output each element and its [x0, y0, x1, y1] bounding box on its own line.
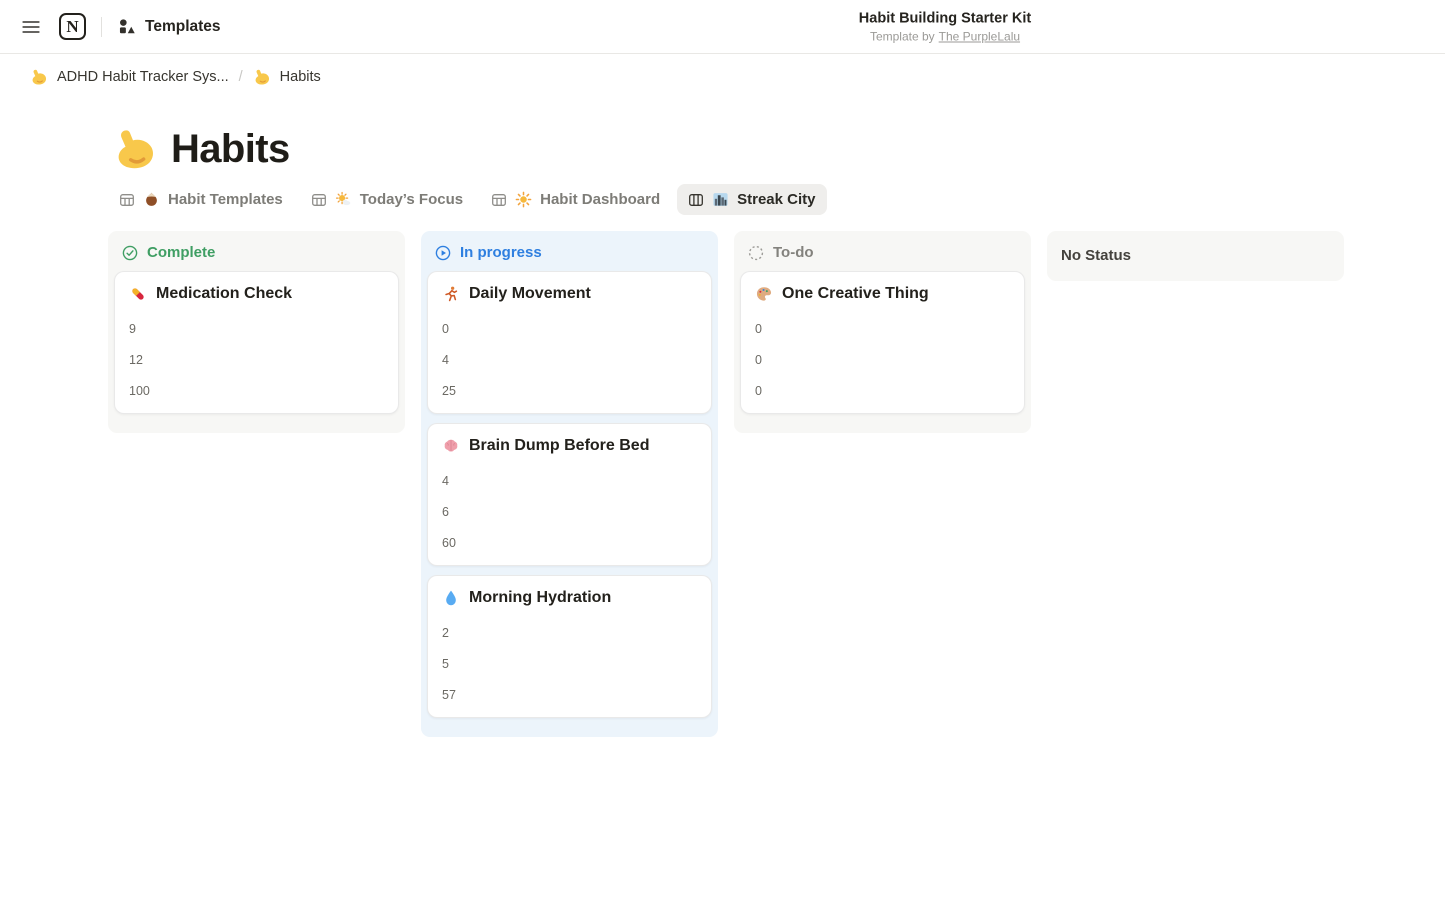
cityscape-icon — [712, 191, 729, 208]
card-value: 0 — [442, 322, 697, 336]
column-title: To-do — [773, 244, 814, 261]
board-column-no-status: No Status — [1047, 231, 1344, 281]
kanban-board: Complete Medication Check 9 12 100 In pr… — [108, 231, 1445, 737]
card-value: 0 — [755, 353, 1010, 367]
play-circle-icon — [435, 245, 451, 261]
card-value: 0 — [755, 322, 1010, 336]
board-column-todo: To-do One Creative Thing 0 0 0 — [734, 231, 1031, 433]
card-title-text: One Creative Thing — [782, 285, 929, 303]
sun-behind-cloud-icon — [335, 191, 352, 208]
view-tabs: Habit Templates Today’s Focus Habit Dash… — [108, 184, 1445, 215]
card-title-text: Daily Movement — [469, 285, 591, 303]
shapes-icon — [117, 17, 136, 36]
hamburger-icon — [20, 16, 42, 38]
templates-label: Templates — [145, 18, 221, 36]
tab-label: Streak City — [737, 191, 815, 208]
card-value: 5 — [442, 657, 697, 671]
card-title-text: Medication Check — [156, 285, 292, 303]
card-title: Brain Dump Before Bed — [442, 437, 697, 455]
hamburger-menu-button[interactable] — [16, 12, 46, 42]
card-value: 100 — [129, 384, 384, 398]
check-circle-icon — [122, 245, 138, 261]
card-value: 0 — [755, 384, 1010, 398]
tab-streak-city[interactable]: Streak City — [677, 184, 826, 215]
biceps-icon — [253, 68, 271, 86]
palette-icon — [755, 285, 773, 303]
card-value: 25 — [442, 384, 697, 398]
card-one-creative-thing[interactable]: One Creative Thing 0 0 0 — [740, 271, 1025, 414]
card-brain-dump-before-bed[interactable]: Brain Dump Before Bed 4 6 60 — [427, 423, 712, 566]
sun-icon — [515, 191, 532, 208]
page-title-text: Habits — [171, 127, 290, 172]
card-value: 6 — [442, 505, 697, 519]
column-title: Complete — [147, 244, 215, 261]
runner-icon — [442, 285, 460, 303]
tab-todays-focus[interactable]: Today’s Focus — [300, 184, 474, 215]
dashed-circle-icon — [748, 245, 764, 261]
table-view-icon — [311, 192, 327, 208]
column-header-complete[interactable]: Complete — [108, 231, 405, 266]
column-header-no-status[interactable]: No Status — [1047, 231, 1344, 281]
card-title: Morning Hydration — [442, 589, 697, 607]
card-value: 60 — [442, 536, 697, 550]
brain-icon — [442, 437, 460, 455]
table-view-icon — [491, 192, 507, 208]
column-cards: Medication Check 9 12 100 — [108, 266, 405, 433]
card-medication-check[interactable]: Medication Check 9 12 100 — [114, 271, 399, 414]
card-title-text: Morning Hydration — [469, 589, 611, 607]
board-view-icon — [688, 192, 704, 208]
template-title: Habit Building Starter Kit — [859, 10, 1031, 26]
breadcrumb-separator: / — [239, 69, 243, 85]
card-title-text: Brain Dump Before Bed — [469, 437, 649, 455]
table-view-icon — [119, 192, 135, 208]
droplet-icon — [442, 589, 460, 607]
tab-label: Today’s Focus — [360, 191, 463, 208]
tab-label: Habit Templates — [168, 191, 283, 208]
breadcrumb-item-root[interactable]: ADHD Habit Tracker Sys... — [24, 64, 235, 90]
breadcrumb-root-label: ADHD Habit Tracker Sys... — [57, 69, 229, 85]
card-daily-movement[interactable]: Daily Movement 0 4 25 — [427, 271, 712, 414]
pill-icon — [129, 285, 147, 303]
notion-logo[interactable]: N — [59, 13, 86, 40]
template-subtitle: Template by The PurpleLalu — [859, 29, 1031, 43]
column-header-in-progress[interactable]: In progress — [421, 231, 718, 266]
card-value: 2 — [442, 626, 697, 640]
templates-button[interactable]: Templates — [117, 17, 221, 36]
tab-habit-dashboard[interactable]: Habit Dashboard — [480, 184, 671, 215]
column-title: In progress — [460, 244, 542, 261]
page-title: Habits — [112, 126, 1445, 172]
page-content: Habits Habit Templates Today’s Focus Hab… — [0, 126, 1445, 737]
tab-label: Habit Dashboard — [540, 191, 660, 208]
card-morning-hydration[interactable]: Morning Hydration 2 5 57 — [427, 575, 712, 718]
card-title: Daily Movement — [442, 285, 697, 303]
breadcrumb-current-label: Habits — [280, 69, 321, 85]
chestnut-icon — [143, 191, 160, 208]
biceps-icon — [30, 68, 48, 86]
column-title: No Status — [1061, 247, 1131, 264]
tab-habit-templates[interactable]: Habit Templates — [108, 184, 294, 215]
topbar: N Templates Habit Building Starter Kit T… — [0, 0, 1445, 54]
board-column-in-progress: In progress Daily Movement 0 4 25 Brain … — [421, 231, 718, 737]
board-column-complete: Complete Medication Check 9 12 100 — [108, 231, 405, 433]
column-cards: Daily Movement 0 4 25 Brain Dump Before … — [421, 266, 718, 737]
template-header: Habit Building Starter Kit Template by T… — [859, 10, 1031, 43]
biceps-icon — [112, 126, 158, 172]
breadcrumb: ADHD Habit Tracker Sys... / Habits — [0, 54, 1445, 100]
breadcrumb-item-current[interactable]: Habits — [247, 64, 327, 90]
card-title: Medication Check — [129, 285, 384, 303]
card-value: 4 — [442, 474, 697, 488]
card-title: One Creative Thing — [755, 285, 1010, 303]
card-value: 9 — [129, 322, 384, 336]
card-value: 57 — [442, 688, 697, 702]
card-value: 12 — [129, 353, 384, 367]
template-by-label: Template by — [870, 29, 935, 43]
card-value: 4 — [442, 353, 697, 367]
column-header-todo[interactable]: To-do — [734, 231, 1031, 266]
column-cards: One Creative Thing 0 0 0 — [734, 266, 1031, 433]
topbar-divider — [101, 17, 102, 37]
template-author-link[interactable]: The PurpleLalu — [939, 29, 1020, 43]
